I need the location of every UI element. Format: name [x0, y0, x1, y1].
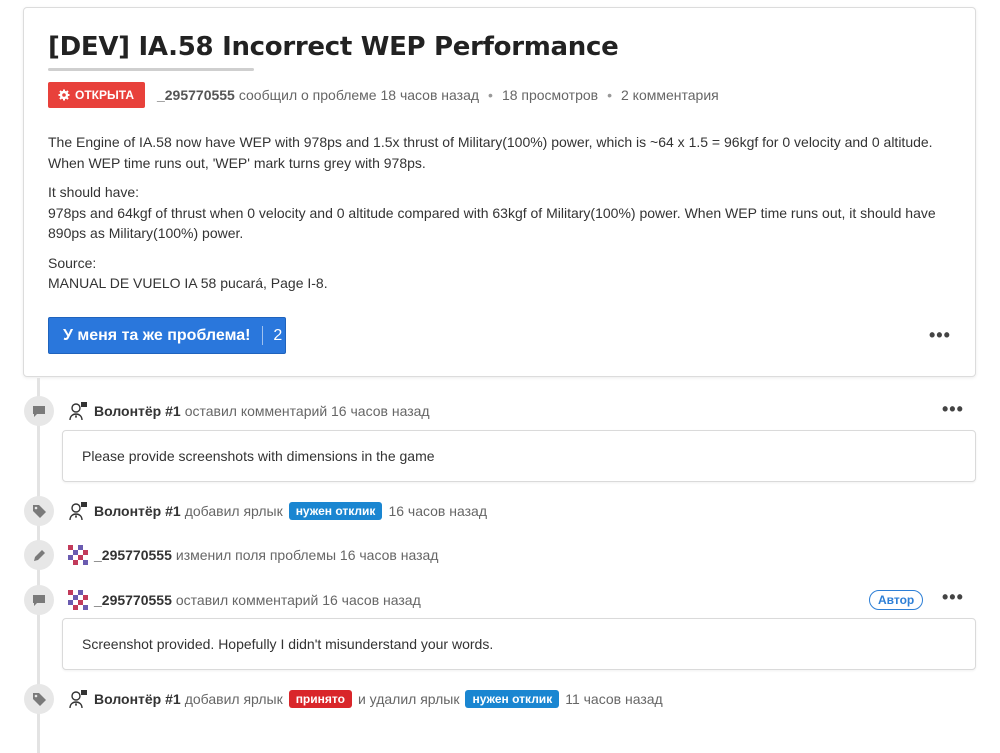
issue-card: [DEV] IA.58 Incorrect WEP Performance ОТ…: [23, 7, 976, 377]
description-paragraph: The Engine of IA.58 now have WEP with 97…: [48, 134, 933, 171]
timeline-event: Волонтёр #1 добавил ярлык принято и удал…: [68, 688, 663, 710]
volunteer-avatar-icon: [69, 502, 87, 521]
separator-dot: •: [488, 87, 493, 103]
issue-more-button[interactable]: •••: [929, 326, 951, 344]
comment-more-button[interactable]: •••: [942, 400, 964, 418]
description-heading: It should have:: [48, 184, 140, 200]
timeline-event: Волонтёр #1 оставил комментарий 16 часов…: [68, 400, 430, 422]
gear-icon: [58, 89, 70, 101]
tag-icon: [24, 684, 54, 714]
event-action: добавил ярлык: [184, 503, 283, 519]
button-divider: [262, 326, 264, 345]
description-paragraph: It should have: 978ps and 64kgf of thrus…: [48, 182, 958, 244]
volunteer-avatar-icon: [69, 690, 87, 709]
event-action: и удалил ярлык: [357, 691, 460, 707]
separator-dot: •: [607, 87, 612, 103]
tag-icon: [24, 496, 54, 526]
comment-icon: [24, 396, 54, 426]
comments-count: 2 комментария: [620, 87, 719, 103]
timeline-event: _295770555 изменил поля проблемы 16 часо…: [68, 544, 438, 566]
comment-icon: [24, 585, 54, 615]
pencil-icon: [24, 540, 54, 570]
user-avatar-icon: [68, 545, 88, 565]
views-count: 18 просмотров: [501, 87, 599, 103]
author-badge: Автор: [869, 590, 924, 610]
comment-text: Screenshot provided. Hopefully I didn't …: [82, 636, 494, 652]
label-tag[interactable]: принято: [288, 690, 352, 708]
same-problem-label: У меня та же проблема!: [63, 326, 251, 344]
label-tag[interactable]: нужен отклик: [465, 690, 560, 708]
comment-box: Screenshot provided. Hopefully I didn't …: [62, 618, 976, 670]
user-avatar-icon: [68, 590, 88, 610]
timeline-event: _295770555 оставил комментарий 16 часов …: [68, 589, 421, 611]
event-user-link[interactable]: Волонтёр #1: [94, 403, 181, 419]
description-paragraph: Source: MANUAL DE VUELO IA 58 pucará, Pa…: [48, 253, 958, 294]
volunteer-avatar-icon: [69, 402, 87, 421]
description-body: MANUAL DE VUELO IA 58 pucará, Page I-8.: [48, 275, 328, 291]
status-label: ОТКРЫТА: [75, 88, 134, 102]
event-user-link[interactable]: _295770555: [94, 592, 172, 608]
event-action: оставил комментарий 16 часов назад: [175, 592, 421, 608]
event-user-link[interactable]: Волонтёр #1: [94, 503, 181, 519]
event-time: 16 часов назад: [388, 503, 487, 519]
issue-description: The Engine of IA.58 now have WEP with 97…: [48, 132, 958, 303]
same-problem-count: 2: [273, 326, 283, 344]
issue-author-link[interactable]: _295770555: [157, 87, 235, 103]
description-heading: Source:: [48, 254, 97, 271]
issue-title: [DEV] IA.58 Incorrect WEP Performance: [48, 32, 619, 62]
comment-box: Please provide screenshots with dimensio…: [62, 430, 976, 482]
issue-meta: ОТКРЫТА _295770555 сообщил о проблеме 18…: [48, 82, 719, 108]
timeline-event: Волонтёр #1 добавил ярлык нужен отклик 1…: [68, 500, 487, 522]
same-problem-button[interactable]: У меня та же проблема! 2: [48, 317, 286, 354]
description-body: 978ps and 64kgf of thrust when 0 velocit…: [48, 204, 936, 242]
event-action: добавил ярлык: [184, 691, 283, 707]
event-action: оставил комментарий 16 часов назад: [184, 403, 430, 419]
comment-text: Please provide screenshots with dimensio…: [82, 448, 435, 464]
status-badge: ОТКРЫТА: [48, 82, 145, 108]
reported-text: сообщил о проблеме 18 часов назад: [238, 87, 480, 103]
event-action: изменил поля проблемы 16 часов назад: [175, 547, 439, 563]
comment-more-button[interactable]: •••: [942, 588, 964, 606]
event-user-link[interactable]: _295770555: [94, 547, 172, 563]
label-tag[interactable]: нужен отклик: [288, 502, 383, 520]
event-time: 11 часов назад: [565, 691, 663, 707]
event-user-link[interactable]: Волонтёр #1: [94, 691, 181, 707]
title-underline: [48, 68, 254, 71]
